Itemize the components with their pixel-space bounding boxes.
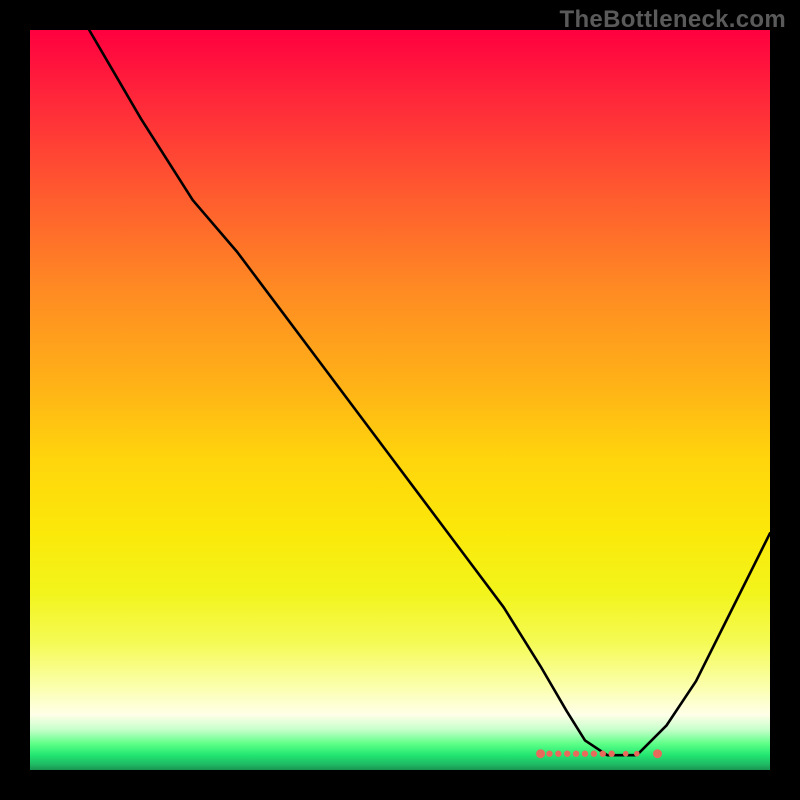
- highlight-marker: [591, 751, 597, 757]
- watermark-label: TheBottleneck.com: [560, 6, 786, 34]
- plot-area: [30, 30, 770, 770]
- highlight-marker: [546, 751, 552, 757]
- highlight-marker: [555, 751, 561, 757]
- highlight-marker: [623, 751, 629, 757]
- bottleneck-curve: [89, 30, 770, 755]
- chart-stage: TheBottleneck.com: [0, 0, 800, 800]
- highlight-marker: [564, 751, 570, 757]
- highlight-marker: [573, 751, 579, 757]
- highlight-marker: [536, 749, 545, 758]
- highlight-marker: [653, 749, 662, 758]
- chart-svg: [30, 30, 770, 770]
- highlight-marker: [608, 751, 614, 757]
- highlight-marker: [600, 751, 606, 757]
- highlight-marker: [634, 751, 640, 757]
- highlight-marker: [582, 751, 588, 757]
